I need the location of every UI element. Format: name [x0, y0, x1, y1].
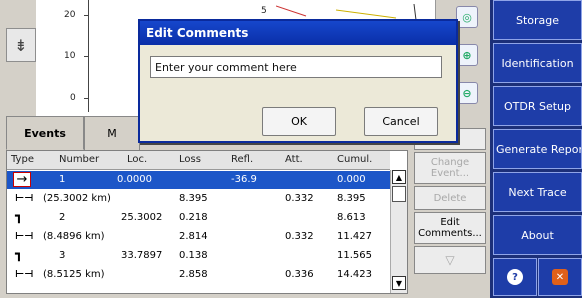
- table-row[interactable]: ⊢⊣ (8.5125 km) 2.858 0.336 14.423: [7, 266, 390, 284]
- table-row[interactable]: ⊢⊣ (25.3002 km) 8.395 0.332 8.395: [7, 190, 390, 208]
- trace-marker-icon: ⇟: [14, 35, 28, 55]
- launch-event-icon: →: [13, 172, 31, 187]
- zoom-in-icon: ⊕: [462, 48, 472, 62]
- help-button[interactable]: ?: [493, 258, 537, 296]
- down-arrow-icon: ▽: [445, 252, 455, 267]
- cell-loc: 25.3002: [121, 212, 163, 223]
- y-tick-mark: [84, 15, 88, 16]
- y-axis: [88, 0, 89, 112]
- zoom-in-button[interactable]: ⊕: [456, 44, 478, 66]
- close-icon: ✕: [552, 269, 568, 285]
- next-event-button[interactable]: ▽: [414, 246, 486, 274]
- table-row[interactable]: → 1 0.0000 -36.9 0.000: [7, 171, 390, 189]
- zoom-out-icon: ⊖: [462, 86, 472, 100]
- column-header: Refl.: [231, 154, 254, 165]
- right-menu: Storage Identification OTDR Setup Genera…: [490, 0, 582, 298]
- column-header: Cumul.: [337, 154, 373, 165]
- events-table[interactable]: Type Number Loc. Loss Refl. Att. Cumul. …: [6, 150, 408, 294]
- cell-number: 1: [59, 174, 66, 185]
- column-header: Number: [59, 154, 100, 165]
- scroll-thumb[interactable]: [392, 186, 406, 202]
- table-row[interactable]: ┓ 2 25.3002 0.218 8.613: [7, 209, 390, 227]
- cell-number: 2: [59, 212, 66, 223]
- cell-cumul: 14.423: [337, 269, 372, 280]
- y-tick-mark: [84, 98, 88, 99]
- otdr-setup-button[interactable]: OTDR Setup: [493, 86, 582, 126]
- edit-comments-button[interactable]: Edit Comments...: [414, 212, 486, 244]
- y-tick-label: 0: [70, 93, 76, 103]
- tab-label: Events: [24, 126, 66, 140]
- cancel-button[interactable]: Cancel: [364, 107, 438, 136]
- tab-label: M: [107, 127, 117, 140]
- scroll-down-icon: ▼: [395, 278, 403, 288]
- splice-event-icon: ┓: [15, 209, 23, 224]
- cell-loss: 0.218: [179, 212, 208, 223]
- cell-number: (8.4896 km): [43, 231, 105, 242]
- column-header: Type: [11, 154, 34, 165]
- cell-number: (8.5125 km): [43, 269, 105, 280]
- delete-button[interactable]: Delete: [414, 186, 486, 210]
- splice-event-icon: ┓: [15, 247, 23, 262]
- cell-loc: 33.7897: [121, 250, 163, 261]
- fiber-section-icon: ⊢⊣: [15, 231, 34, 242]
- cell-att: 0.336: [285, 269, 314, 280]
- cell-att: 0.332: [285, 193, 314, 204]
- cell-cumul: 11.427: [337, 231, 372, 242]
- table-row[interactable]: ⊢⊣ (8.4896 km) 2.814 0.332 11.427: [7, 228, 390, 246]
- cell-cumul: 8.613: [337, 212, 366, 223]
- cell-cumul: 8.395: [337, 193, 366, 204]
- otdr-window: 20 10 0 5 ⇟ ◎ ⊕ ⊖ Events M Type Number L…: [0, 0, 582, 298]
- scroll-down-button[interactable]: ▼: [392, 276, 406, 290]
- about-button[interactable]: About: [493, 215, 582, 255]
- table-scrollbar[interactable]: ▲ ▼: [390, 170, 407, 293]
- fiber-section-icon: ⊢⊣: [15, 193, 34, 204]
- x-marker-label: 5: [261, 6, 267, 16]
- ok-button[interactable]: OK: [262, 107, 336, 136]
- scroll-up-icon: ▲: [395, 172, 403, 182]
- zoom-out-button[interactable]: ⊖: [456, 82, 478, 104]
- edit-comments-dialog: Edit Comments Enter your comment here OK…: [138, 19, 458, 143]
- comment-input[interactable]: Enter your comment here: [150, 56, 442, 78]
- help-icon: ?: [507, 269, 523, 285]
- cell-loss: 0.138: [179, 250, 208, 261]
- tab-measurement[interactable]: M: [84, 116, 140, 150]
- dialog-title: Edit Comments: [140, 21, 456, 45]
- cell-cumul: 0.000: [337, 174, 366, 185]
- column-header: Loss: [179, 154, 201, 165]
- column-header: Loc.: [127, 154, 148, 165]
- scroll-up-button[interactable]: ▲: [392, 170, 406, 184]
- storage-button[interactable]: Storage: [493, 0, 582, 40]
- y-tick-label: 20: [64, 10, 76, 20]
- column-header: Att.: [285, 154, 303, 165]
- cell-number: (25.3002 km): [43, 193, 111, 204]
- generate-report-button[interactable]: Generate Repor: [493, 129, 582, 169]
- change-event-button[interactable]: Change Event...: [414, 152, 486, 184]
- trace-marker-button[interactable]: ⇟: [6, 28, 36, 62]
- cell-loss: 8.395: [179, 193, 208, 204]
- tab-events[interactable]: Events: [6, 116, 84, 150]
- event-actions: ▲ Change Event... Delete Edit Comments..…: [412, 128, 488, 294]
- cell-att: 0.332: [285, 231, 314, 242]
- cell-loss: 2.814: [179, 231, 208, 242]
- zoom-fit-icon: ◎: [462, 10, 472, 24]
- identification-button[interactable]: Identification: [493, 43, 582, 83]
- cell-cumul: 11.565: [337, 250, 372, 261]
- table-row[interactable]: ┓ 3 33.7897 0.138 11.565: [7, 247, 390, 265]
- y-tick-label: 10: [64, 51, 76, 61]
- table-header: Type Number Loc. Loss Refl. Att. Cumul.: [7, 151, 390, 170]
- next-trace-button[interactable]: Next Trace: [493, 172, 582, 212]
- cell-refl: -36.9: [231, 174, 257, 185]
- cell-number: 3: [59, 250, 66, 261]
- fiber-section-icon: ⊢⊣: [15, 269, 34, 280]
- close-button[interactable]: ✕: [538, 258, 582, 296]
- trace-line: [276, 3, 417, 20]
- cell-loss: 2.858: [179, 269, 208, 280]
- zoom-fit-button[interactable]: ◎: [456, 6, 478, 28]
- y-tick-mark: [84, 56, 88, 57]
- cell-loc: 0.0000: [117, 174, 152, 185]
